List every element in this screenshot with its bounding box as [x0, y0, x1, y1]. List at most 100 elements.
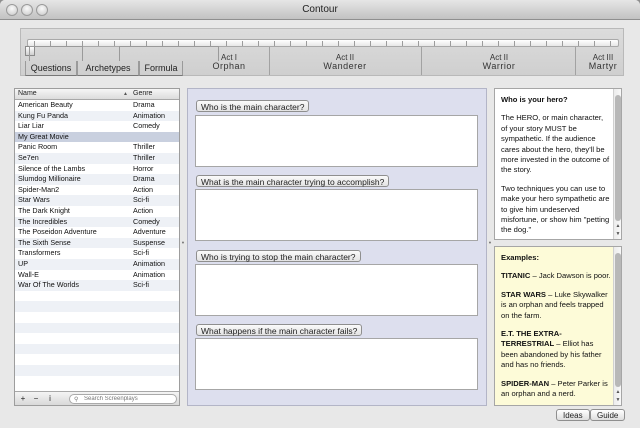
screenplay-row[interactable]: War Of The Worlds Sci-fi [15, 280, 179, 291]
screenplay-row[interactable]: My Great Movie [15, 131, 179, 143]
timeline-tick [514, 41, 515, 46]
act-2a-label[interactable]: Act II Wanderer [305, 53, 385, 71]
title-bar: Contour [0, 0, 640, 20]
timeline-tick [578, 41, 579, 46]
screenplay-row[interactable]: The Incredibles Comedy [15, 216, 179, 228]
empty-row [15, 291, 179, 302]
splitter-handle-right[interactable]: • [487, 240, 493, 247]
screenplay-row[interactable]: Se7en Thriller [15, 153, 179, 164]
screenplay-row[interactable]: Silence of the Lambs Horror [15, 164, 179, 175]
empty-row [15, 312, 179, 323]
timeline-tick [530, 41, 531, 46]
act-divider [575, 47, 576, 75]
screenplay-genre: Sci-fi [133, 195, 149, 205]
bracket-questions [29, 46, 83, 61]
screenplay-name: Se7en [18, 153, 39, 162]
scroll-down-arrow-icon[interactable]: ▼ [614, 397, 621, 403]
screenplay-row[interactable]: Kung Fu Panda Animation [15, 110, 179, 122]
screenplay-genre: Animation [133, 269, 165, 279]
timeline-tick [274, 41, 275, 46]
empty-row [15, 301, 179, 312]
screenplay-row[interactable]: The Poseidon Adventure Adventure [15, 227, 179, 238]
app-window: Contour Questions Archetypes Formula Act… [0, 0, 640, 428]
question-1-answer[interactable] [195, 115, 478, 167]
empty-row [15, 354, 179, 365]
timeline-track[interactable] [27, 39, 619, 47]
search-screenplays-field[interactable]: ⚲ [69, 394, 177, 404]
screenplay-name: Star Wars [18, 195, 50, 205]
story-timeline: Questions Archetypes Formula Act I Orpha… [20, 28, 624, 76]
screenplay-genre: Drama [133, 174, 155, 184]
screenplay-genre: Adventure [133, 227, 166, 237]
question-2-label: What is the main character trying to acc… [196, 175, 390, 187]
screenplay-row[interactable]: American Beauty Drama [15, 100, 179, 111]
screenplay-row[interactable]: Star Wars Sci-fi [15, 195, 179, 206]
act-divider [421, 47, 422, 75]
column-header-genre[interactable]: Genre [133, 90, 152, 97]
screenplay-genre: Drama [133, 100, 155, 109]
examples-scrollbar[interactable]: ▲ ▼ [613, 247, 621, 405]
screenplay-row[interactable]: Spider-Man2 Action [15, 185, 179, 196]
act-1-label[interactable]: Act I Orphan [197, 53, 261, 71]
guide-button[interactable]: Guide [590, 409, 626, 421]
guide-scrollbar[interactable]: ▲ ▼ [613, 89, 621, 239]
screenplay-genre: Thriller [133, 153, 155, 162]
screenplay-genre: Action [133, 206, 153, 215]
timeline-tick [322, 41, 323, 46]
screenplay-row[interactable]: The Sixth Sense Suspense [15, 237, 179, 249]
scrollbar-knob[interactable] [615, 253, 621, 387]
tab-questions[interactable]: Questions [25, 61, 77, 76]
screenplay-row[interactable]: Transformers Sci-fi [15, 248, 179, 259]
question-2-answer[interactable] [195, 189, 478, 241]
scroll-up-arrow-icon[interactable]: ▲ [614, 389, 621, 395]
timeline-tick [290, 41, 291, 46]
guide-paragraph: Two techniques you can use to make your … [501, 183, 610, 235]
list-footer: + − i ⚲ [15, 391, 179, 405]
screenplay-name: War Of The Worlds [18, 280, 79, 290]
timeline-tick [242, 41, 243, 46]
screenplay-row[interactable]: Wall-E Animation [15, 270, 179, 281]
remove-screenplay-button[interactable]: − [30, 394, 42, 404]
screenplay-name: The Dark Knight [18, 206, 70, 215]
tab-archetypes[interactable]: Archetypes [77, 61, 139, 76]
column-header-name[interactable]: Name [18, 90, 37, 97]
screenplay-name: Slumdog Millionaire [18, 174, 81, 184]
screenplay-genre: Animation [133, 259, 165, 268]
scrollbar-knob[interactable] [615, 95, 621, 221]
screenplay-name: Kung Fu Panda [18, 110, 68, 120]
screenplay-row[interactable]: Liar Liar Comedy [15, 121, 179, 132]
timeline-tick [498, 41, 499, 46]
screenplay-name: The Sixth Sense [18, 237, 71, 247]
question-4-answer[interactable] [195, 338, 478, 390]
guide-title: Who is your hero? [501, 95, 568, 104]
tab-formula[interactable]: Formula [139, 61, 183, 76]
act-3-label[interactable]: Act III Martyr [581, 53, 625, 71]
search-input[interactable] [84, 395, 174, 403]
guide-panel: Who is your hero? The HERO, or main char… [494, 88, 622, 240]
screenplay-genre: Animation [133, 110, 165, 120]
questions-panel: Who is the main character? What is the m… [187, 88, 487, 406]
info-button[interactable]: i [44, 394, 56, 404]
screenplay-row[interactable]: Panic Room Thriller [15, 142, 179, 153]
empty-row [15, 343, 179, 355]
question-3-answer[interactable] [195, 264, 478, 316]
examples-panel: Examples: TITANIC – Jack Dawson is poor.… [494, 246, 622, 406]
add-screenplay-button[interactable]: + [17, 394, 29, 404]
screenplay-row[interactable]: Slumdog Millionaire Drama [15, 174, 179, 185]
screenplay-genre: Suspense [133, 237, 165, 247]
splitter-handle-left[interactable]: • [180, 240, 186, 247]
act-2b-label[interactable]: Act II Warrior [459, 53, 539, 71]
scroll-up-arrow-icon[interactable]: ▲ [614, 223, 621, 229]
timeline-tick [370, 41, 371, 46]
timeline-tick [546, 41, 547, 46]
timeline-tick [418, 41, 419, 46]
screenplay-row[interactable]: UP Animation [15, 259, 179, 270]
screenplay-row[interactable]: The Dark Knight Action [15, 206, 179, 217]
screenplay-name: The Poseidon Adventure [18, 227, 97, 237]
screenplay-name: My Great Movie [18, 131, 69, 141]
screenplay-name: American Beauty [18, 100, 73, 109]
scroll-down-arrow-icon[interactable]: ▼ [614, 231, 621, 237]
timeline-tick [482, 41, 483, 46]
timeline-tick [306, 41, 307, 46]
ideas-button[interactable]: Ideas [556, 409, 590, 421]
